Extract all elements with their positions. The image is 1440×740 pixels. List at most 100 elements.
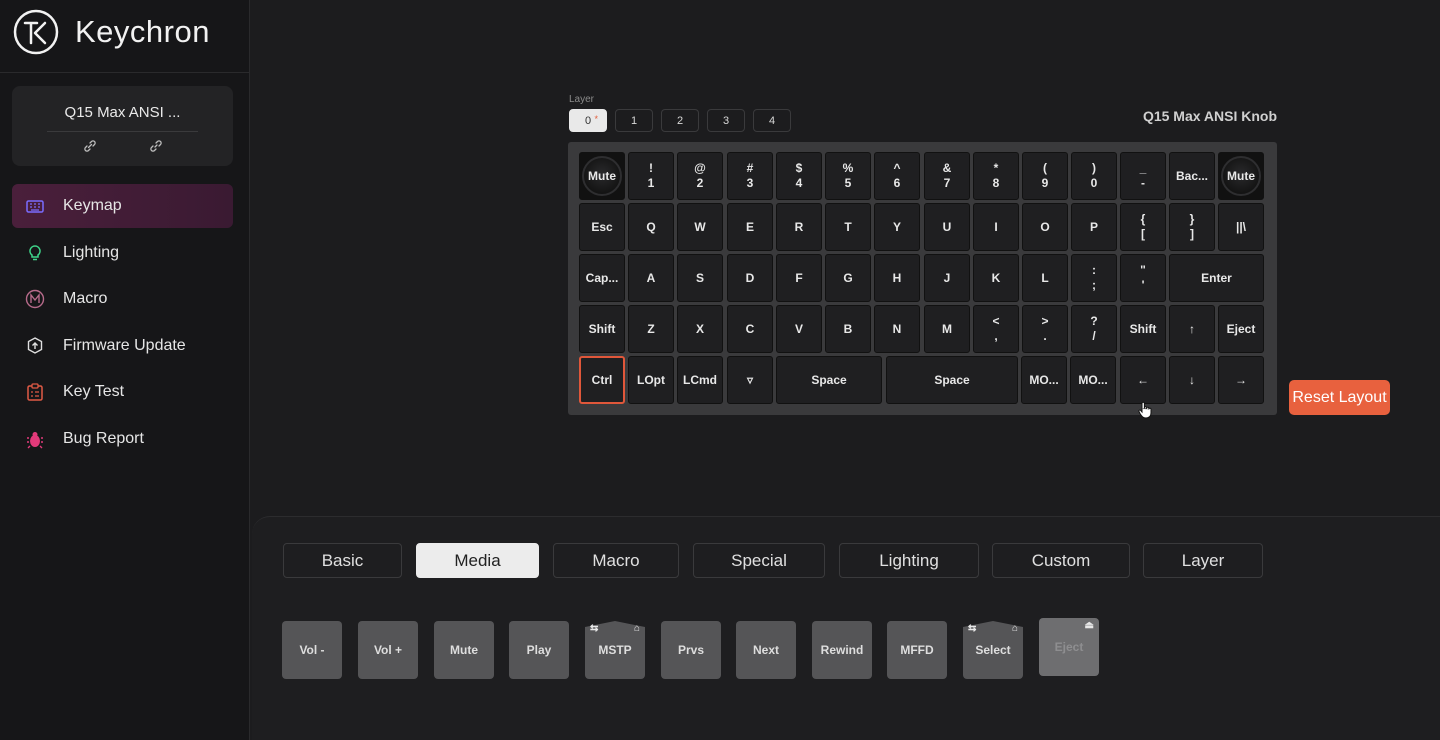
key-lopt[interactable]: LOpt [628, 356, 674, 404]
key-r0k11[interactable]: _ - [1120, 152, 1166, 200]
layer-tab-0[interactable]: 0 * [569, 109, 607, 132]
keycode-vol[interactable]: Vol + [358, 621, 418, 679]
tab-special[interactable]: Special [693, 543, 825, 578]
key-r1k13[interactable]: ||\ [1218, 203, 1264, 251]
sidebar-item-key-test[interactable]: Key Test [12, 370, 233, 414]
key-e[interactable]: E [727, 203, 773, 251]
layer-tab-1[interactable]: 1 [615, 109, 653, 132]
key-7[interactable]: & 7 [924, 152, 970, 200]
layer-tab-3[interactable]: 3 [707, 109, 745, 132]
key-3[interactable]: #3 [727, 152, 773, 200]
keycode-vol[interactable]: Vol - [282, 621, 342, 679]
key-r3k12[interactable]: ↑ [1169, 305, 1215, 353]
key-i[interactable]: I [973, 203, 1019, 251]
key-q[interactable]: Q [628, 203, 674, 251]
keycode-next[interactable]: Next [736, 621, 796, 679]
layer-tab-4[interactable]: 4 [753, 109, 791, 132]
key-mo[interactable]: MO... [1021, 356, 1067, 404]
keycode-eject[interactable]: ⏏ Eject [1039, 618, 1099, 676]
sidebar-item-firmware-update[interactable]: Firmware Update [12, 324, 233, 368]
key-r3k8[interactable]: <, [973, 305, 1019, 353]
key-0[interactable]: ) 0 [1071, 152, 1117, 200]
key-z[interactable]: Z [628, 305, 674, 353]
key-space[interactable]: Space [776, 356, 882, 404]
key-m[interactable]: M [924, 305, 970, 353]
key-r3k9[interactable]: >. [1022, 305, 1068, 353]
key-w[interactable]: W [677, 203, 723, 251]
key-f[interactable]: F [776, 254, 822, 302]
key-y[interactable]: Y [874, 203, 920, 251]
key-cap[interactable]: Cap... [579, 254, 625, 302]
knob-mute-key[interactable]: Mute [579, 152, 625, 200]
reset-layout-button[interactable]: Reset Layout [1289, 380, 1390, 415]
key-r4k10[interactable]: → [1218, 356, 1264, 404]
key-l[interactable]: L [1022, 254, 1068, 302]
sidebar-item-lighting[interactable]: Lighting [12, 231, 233, 275]
key-shift[interactable]: Shift [579, 305, 625, 353]
keycode-mstp[interactable]: ⇆ ⌂ MSTP [585, 621, 645, 679]
sidebar-item-bug-report[interactable]: Bug Report [12, 417, 233, 461]
keycode-rewind[interactable]: Rewind [812, 621, 872, 679]
tab-basic[interactable]: Basic [283, 543, 402, 578]
key-shift[interactable]: Shift [1120, 305, 1166, 353]
keycode-prvs[interactable]: Prvs [661, 621, 721, 679]
knob-mute-key[interactable]: Mute [1218, 152, 1264, 200]
sidebar-item-keymap[interactable]: Keymap [12, 184, 233, 228]
key-g[interactable]: G [825, 254, 871, 302]
key-esc[interactable]: Esc [579, 203, 625, 251]
keycode-select[interactable]: ⇆ ⌂ Select [963, 621, 1023, 679]
tab-macro[interactable]: Macro [553, 543, 679, 578]
key-j[interactable]: J [924, 254, 970, 302]
key-o[interactable]: O [1022, 203, 1068, 251]
key-mo[interactable]: MO... [1070, 356, 1116, 404]
tab-lighting[interactable]: Lighting [839, 543, 979, 578]
key-2[interactable]: @2 [677, 152, 723, 200]
key-1[interactable]: ! 1 [628, 152, 674, 200]
tab-layer[interactable]: Layer [1143, 543, 1263, 578]
key-u[interactable]: U [924, 203, 970, 251]
key-p[interactable]: P [1071, 203, 1117, 251]
sidebar-item-macro[interactable]: Macro [12, 277, 233, 321]
key-n[interactable]: N [874, 305, 920, 353]
key-lcmd[interactable]: LCmd [677, 356, 723, 404]
key-r4k8[interactable]: ← [1120, 356, 1166, 404]
key-r1k11[interactable]: {[ [1120, 203, 1166, 251]
key-s[interactable]: S [677, 254, 723, 302]
key-r3k10[interactable]: ? / [1071, 305, 1117, 353]
key-t[interactable]: T [825, 203, 871, 251]
key-b[interactable]: B [825, 305, 871, 353]
tab-media[interactable]: Media [416, 543, 539, 578]
key-4[interactable]: $4 [776, 152, 822, 200]
key-eject[interactable]: Eject [1218, 305, 1264, 353]
key-v[interactable]: V [776, 305, 822, 353]
key-r[interactable]: R [776, 203, 822, 251]
key-9[interactable]: (9 [1022, 152, 1068, 200]
key-r4k3[interactable]: ▿ [727, 356, 773, 404]
unlink-icon[interactable] [148, 138, 164, 154]
keycode-mute[interactable]: Mute [434, 621, 494, 679]
key-x[interactable]: X [677, 305, 723, 353]
key-r1k12[interactable]: }] [1169, 203, 1215, 251]
link-icon[interactable] [82, 138, 98, 154]
tab-custom[interactable]: Custom [992, 543, 1130, 578]
key-a[interactable]: A [628, 254, 674, 302]
key-legend: LCmd [683, 372, 717, 387]
key-5[interactable]: % 5 [825, 152, 871, 200]
key-r2k11[interactable]: " ' [1120, 254, 1166, 302]
key-k[interactable]: K [973, 254, 1019, 302]
key-r2k10[interactable]: :; [1071, 254, 1117, 302]
key-r4k9[interactable]: ↓ [1169, 356, 1215, 404]
key-6[interactable]: ^ 6 [874, 152, 920, 200]
key-d[interactable]: D [727, 254, 773, 302]
key-c[interactable]: C [727, 305, 773, 353]
key-ctrl[interactable]: Ctrl [579, 356, 625, 404]
key-bac[interactable]: Bac... [1169, 152, 1215, 200]
key-enter[interactable]: Enter [1169, 254, 1264, 302]
key-legend: 6 [893, 176, 901, 190]
keycode-mffd[interactable]: MFFD [887, 621, 947, 679]
key-8[interactable]: * 8 [973, 152, 1019, 200]
layer-tab-2[interactable]: 2 [661, 109, 699, 132]
keycode-play[interactable]: Play [509, 621, 569, 679]
key-space[interactable]: Space [886, 356, 1018, 404]
key-h[interactable]: H [874, 254, 920, 302]
